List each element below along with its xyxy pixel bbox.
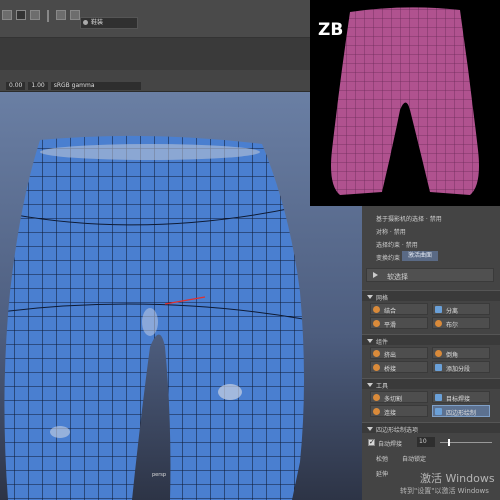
boolean-icon — [435, 320, 442, 327]
paint-select-icon[interactable] — [30, 10, 40, 20]
bevel-icon — [435, 350, 442, 357]
select-tool-icon[interactable] — [2, 10, 12, 20]
activation-watermark: 激活 Windows — [420, 472, 495, 485]
connect-icon — [373, 408, 380, 415]
selection-constraint-row[interactable]: 选择约束 · 禁用 — [362, 238, 500, 249]
slider-knob[interactable] — [448, 439, 450, 446]
separate-button[interactable]: 分离 — [432, 303, 490, 315]
relax-row: 松弛 自动锁定 — [376, 454, 427, 463]
combine-button[interactable]: 结合 — [370, 303, 428, 315]
collapse-triangle-icon — [367, 383, 373, 387]
transform-constraint-chip[interactable]: 激活曲面 — [402, 251, 439, 261]
multi-cut-icon — [373, 394, 380, 401]
collapse-triangle-icon — [367, 339, 373, 343]
camera-based-selection-row[interactable]: 基于摄影机的选择 · 禁用 — [362, 212, 500, 223]
relax-value[interactable]: 自动锁定 — [402, 454, 426, 463]
add-divisions-button[interactable]: 添加分段 — [432, 361, 490, 373]
bridge-icon — [373, 364, 380, 371]
separate-icon — [435, 306, 442, 313]
toolbar-divider — [47, 10, 49, 22]
panel-menu-bar — [0, 70, 310, 80]
smooth-button[interactable]: 平滑 — [370, 317, 428, 329]
smooth-icon — [373, 320, 380, 327]
activation-watermark-subtext: 转到"设置"以激活 Windows — [400, 487, 489, 495]
gamma-field[interactable]: 1.00 — [28, 81, 48, 90]
collapse-triangle-icon — [367, 427, 373, 431]
transform-constraint-row: 变换约束 激活曲面 — [362, 251, 500, 262]
workspace-dropdown[interactable]: 鞋装 — [80, 17, 138, 29]
add-divisions-icon — [435, 364, 442, 371]
boolean-button[interactable]: 布尔 — [432, 317, 490, 329]
mesh-model — [4, 135, 304, 500]
lasso-tool-icon[interactable] — [16, 10, 26, 20]
target-weld-icon — [435, 394, 442, 401]
snap-grid-icon[interactable] — [56, 10, 66, 20]
multi-cut-button[interactable]: 多切割 — [370, 391, 428, 403]
auto-weld-row: 自动焊接 10 — [362, 437, 500, 448]
3d-viewport[interactable] — [0, 92, 362, 500]
symmetry-row[interactable]: 对称 · 禁用 — [362, 225, 500, 236]
auto-weld-field[interactable]: 10 — [417, 437, 435, 447]
color-space-dropdown[interactable]: sRGB gamma — [50, 81, 141, 90]
bridge-button[interactable]: 桥接 — [370, 361, 428, 373]
toolbar-icon-group — [2, 10, 80, 22]
quad-draw-button[interactable]: 四边形绘制 — [432, 405, 490, 417]
snap-curve-icon[interactable] — [70, 10, 80, 20]
auto-weld-checkbox[interactable] — [368, 438, 375, 446]
quad-draw-icon — [435, 408, 442, 415]
connect-button[interactable]: 连接 — [370, 405, 428, 417]
components-section-header[interactable]: 组件 — [362, 334, 500, 346]
zbrush-inset: ZB — [310, 0, 500, 206]
expand-arrow-icon — [373, 272, 378, 278]
bevel-button[interactable]: 倒角 — [432, 347, 490, 359]
camera-label: persp — [152, 472, 167, 478]
soft-select-button[interactable]: 软选择 — [366, 268, 494, 282]
target-weld-button[interactable]: 目标焊接 — [432, 391, 490, 403]
quad-draw-options-header[interactable]: 四边形绘制选项 — [362, 422, 500, 434]
modeling-toolkit-panel: 基于摄影机的选择 · 禁用 对称 · 禁用 选择约束 · 禁用 变换约束 激活曲… — [362, 206, 500, 500]
extrude-button[interactable]: 挤出 — [370, 347, 428, 359]
zbrush-label: ZB — [318, 20, 344, 40]
mesh-section-header[interactable]: 网格 — [362, 290, 500, 302]
exposure-field[interactable]: 0.00 — [6, 81, 26, 90]
viewport-toolbar: 0.00 1.00 sRGB gamma — [0, 80, 310, 92]
tools-section-header[interactable]: 工具 — [362, 378, 500, 390]
extrude-icon — [373, 350, 380, 357]
collapse-triangle-icon — [367, 295, 373, 299]
combine-icon — [373, 306, 380, 313]
